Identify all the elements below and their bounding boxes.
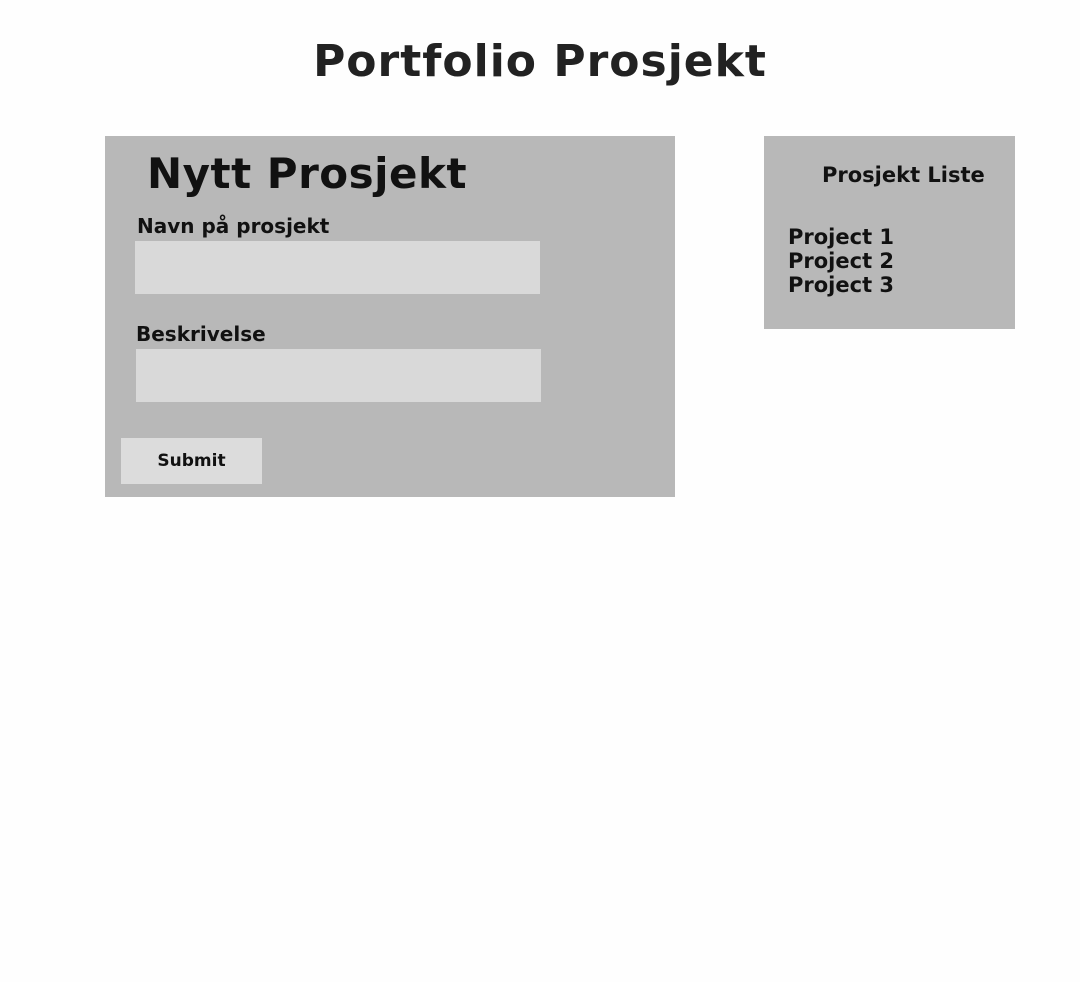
project-name-input[interactable] xyxy=(135,241,540,294)
project-list-item[interactable]: Project 1 xyxy=(788,225,894,249)
project-name-label: Navn på prosjekt xyxy=(137,214,330,238)
project-list-heading: Prosjekt Liste xyxy=(822,163,985,187)
project-list-item[interactable]: Project 3 xyxy=(788,273,894,297)
project-list: Project 1 Project 2 Project 3 xyxy=(788,225,894,297)
description-input[interactable] xyxy=(136,349,541,402)
description-label: Beskrivelse xyxy=(136,322,266,346)
project-list-panel: Prosjekt Liste Project 1 Project 2 Proje… xyxy=(764,136,1015,329)
page-title: Portfolio Prosjekt xyxy=(313,36,767,87)
submit-button[interactable]: Submit xyxy=(121,438,262,484)
new-project-form: Nytt Prosjekt Navn på prosjekt Beskrivel… xyxy=(105,136,675,497)
form-heading: Nytt Prosjekt xyxy=(147,149,468,198)
project-list-item[interactable]: Project 2 xyxy=(788,249,894,273)
